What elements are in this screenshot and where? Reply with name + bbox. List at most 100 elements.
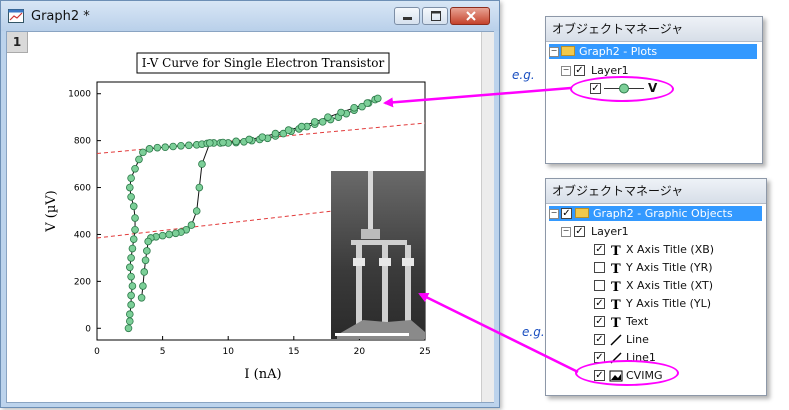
graphic-object-checkbox[interactable]: ✓ xyxy=(594,244,605,255)
data-point[interactable] xyxy=(127,254,135,262)
y-tick-label: 400 xyxy=(74,230,91,240)
graphic-object-checkbox[interactable] xyxy=(594,280,605,291)
data-point[interactable] xyxy=(139,148,147,157)
graphics-root-checkbox[interactable]: ✓ xyxy=(561,208,572,219)
tree-row-graphic-object[interactable]: ✓ T Y Axis Title (YL) xyxy=(594,296,762,313)
data-point[interactable] xyxy=(153,143,162,152)
data-point[interactable] xyxy=(127,174,135,182)
sem-inset-image[interactable] xyxy=(331,171,425,339)
data-point[interactable] xyxy=(143,247,151,255)
collapse-icon[interactable]: − xyxy=(561,227,571,237)
window-titlebar[interactable]: Graph2 * xyxy=(1,1,499,31)
tree-row-graphic-object[interactable]: ✓ T Text xyxy=(594,314,762,331)
y-tick-label: 0 xyxy=(85,324,91,334)
data-point[interactable] xyxy=(126,263,134,272)
data-point[interactable] xyxy=(350,104,358,112)
data-point[interactable] xyxy=(258,133,267,141)
data-point[interactable] xyxy=(124,324,133,333)
data-point[interactable] xyxy=(192,207,201,215)
data-point[interactable] xyxy=(126,317,134,326)
minimize-icon xyxy=(403,17,412,20)
minimize-button[interactable] xyxy=(394,7,420,25)
data-point[interactable] xyxy=(171,229,180,238)
data-point[interactable] xyxy=(284,126,293,134)
vertical-scrollbar[interactable] xyxy=(481,32,494,402)
tree-row-graphic-object[interactable]: ✓ T X Axis Title (XB) xyxy=(594,242,762,259)
data-point[interactable] xyxy=(373,94,382,103)
tree-row-plots-root[interactable]: − Graph2 - Plots xyxy=(549,44,757,59)
data-point[interactable] xyxy=(297,122,306,131)
layer1-checkbox[interactable]: ✓ xyxy=(574,226,585,237)
tree-row-graphic-object[interactable]: T Y Axis Title (YR) xyxy=(594,260,762,277)
data-point[interactable] xyxy=(131,164,139,173)
data-point[interactable] xyxy=(127,301,135,309)
data-point[interactable] xyxy=(206,139,214,147)
data-point[interactable] xyxy=(271,129,280,138)
folder-open-icon xyxy=(561,46,575,56)
collapse-icon[interactable]: − xyxy=(561,66,571,76)
x-tick-label: 10 xyxy=(222,347,234,357)
data-point[interactable] xyxy=(158,231,167,240)
x-tick-label: 25 xyxy=(419,347,430,357)
data-point[interactable] xyxy=(145,145,154,153)
data-point[interactable] xyxy=(129,202,138,211)
graph-window[interactable]: Graph2 * 1 I-V Curve for Single Electron… xyxy=(0,0,500,408)
iv-chart[interactable]: I-V Curve for Single Electron Transistor… xyxy=(7,32,479,402)
data-point[interactable] xyxy=(198,160,206,168)
data-point[interactable] xyxy=(144,237,152,246)
collapse-icon[interactable]: − xyxy=(549,47,559,57)
tree-row-graphics-layer1[interactable]: − ✓ Layer1 xyxy=(561,224,711,239)
text-object-icon: T xyxy=(609,314,623,331)
tree-row-graphic-object[interactable]: T X Axis Title (XT) xyxy=(594,278,762,295)
layer1-checkbox[interactable]: ✓ xyxy=(574,65,585,76)
data-point[interactable] xyxy=(131,214,139,222)
data-point[interactable] xyxy=(185,141,193,150)
chart-title[interactable]: I-V Curve for Single Electron Transistor xyxy=(142,56,385,70)
graphic-object-checkbox[interactable]: ✓ xyxy=(594,334,605,345)
data-point[interactable] xyxy=(127,193,135,201)
graph-page[interactable]: 1 I-V Curve for Single Electron Transist… xyxy=(6,31,494,403)
data-point[interactable] xyxy=(165,230,173,239)
y-tick-label: 1000 xyxy=(68,90,91,100)
tree-label-plots-root: Graph2 - Plots xyxy=(579,45,658,58)
collapse-icon[interactable]: − xyxy=(549,209,559,219)
data-point[interactable] xyxy=(363,99,372,107)
data-point[interactable] xyxy=(337,108,345,117)
eg-label-graphics: e.g. xyxy=(522,325,545,339)
data-point[interactable] xyxy=(128,244,137,253)
graphic-object-checkbox[interactable]: ✓ xyxy=(594,316,605,327)
data-point[interactable] xyxy=(126,183,134,192)
data-point[interactable] xyxy=(219,138,227,147)
data-point[interactable] xyxy=(141,256,150,265)
data-point[interactable] xyxy=(310,118,319,126)
graphic-object-checkbox[interactable]: ✓ xyxy=(594,298,605,309)
data-point[interactable] xyxy=(131,225,139,234)
data-point[interactable] xyxy=(127,272,135,281)
tree-row-graphics-root[interactable]: − ✓ Graph2 - Graphic Objects xyxy=(549,206,762,221)
maximize-icon xyxy=(431,11,441,21)
maximize-button[interactable] xyxy=(422,7,448,25)
tree-row-graphic-object[interactable]: ✓ Line xyxy=(594,332,762,347)
y-axis-title[interactable]: V (µV) xyxy=(44,190,59,233)
data-point[interactable] xyxy=(245,135,253,144)
data-point[interactable] xyxy=(135,155,143,164)
close-icon xyxy=(466,11,476,21)
data-point[interactable] xyxy=(324,113,332,121)
data-point[interactable] xyxy=(161,143,170,152)
x-axis-title[interactable]: I (nA) xyxy=(244,367,281,382)
data-point[interactable] xyxy=(232,137,240,146)
data-point[interactable] xyxy=(139,282,147,290)
y-tick-label: 600 xyxy=(74,184,91,194)
close-button[interactable] xyxy=(450,7,490,25)
data-point[interactable] xyxy=(129,235,138,243)
data-point[interactable] xyxy=(137,293,146,302)
data-point[interactable] xyxy=(140,268,149,276)
graphic-object-checkbox[interactable] xyxy=(594,262,605,273)
om-plots-header: オブジェクトマネージャ xyxy=(546,17,762,42)
data-point[interactable] xyxy=(128,282,137,290)
data-point[interactable] xyxy=(169,142,177,151)
data-point[interactable] xyxy=(195,183,204,192)
data-point[interactable] xyxy=(127,291,135,300)
data-point[interactable] xyxy=(177,141,185,150)
data-point[interactable] xyxy=(126,310,134,319)
